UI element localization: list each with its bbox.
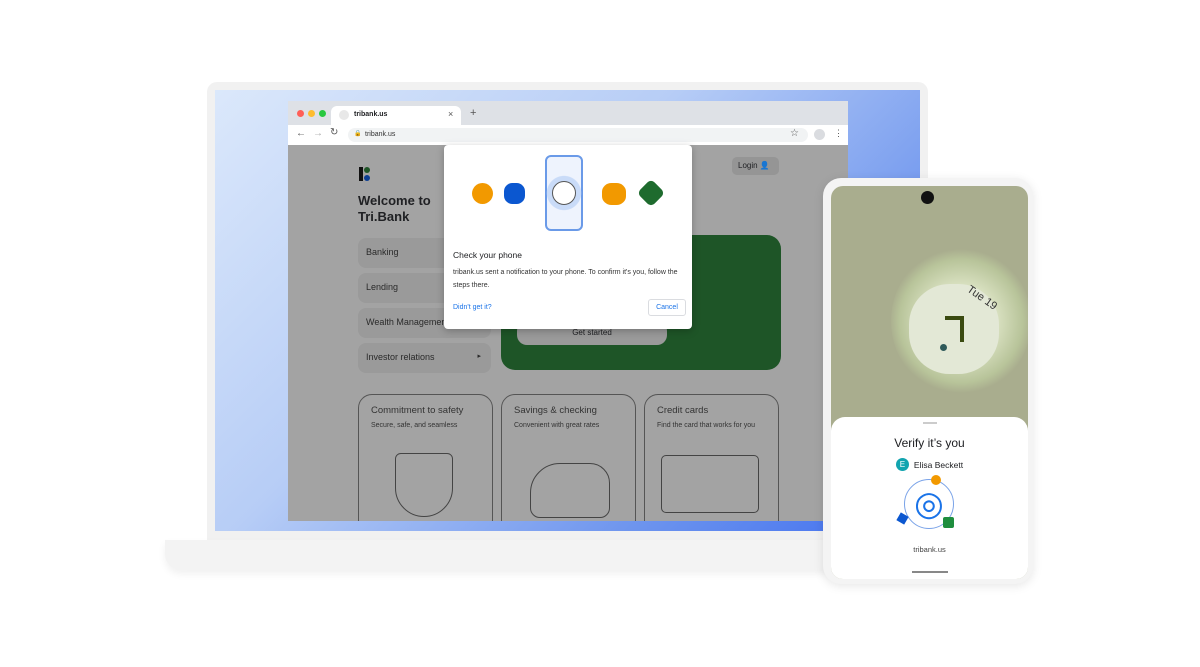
flower-shape-icon xyxy=(504,183,525,204)
back-icon[interactable]: ← xyxy=(296,128,306,139)
clock-widget: Tue 19 xyxy=(909,283,999,374)
clover-shape-icon xyxy=(602,183,626,205)
person-icon: 👤 xyxy=(759,161,770,170)
card-subtitle: Find the card that works for you xyxy=(657,422,756,429)
account-icon xyxy=(552,181,576,205)
dialog-title: Check your phone xyxy=(453,250,522,260)
tab-title: tribank.us xyxy=(354,111,388,118)
verify-sheet: Verify it’s you E Elisa Beckett ◎ triban… xyxy=(831,417,1028,579)
home-indicator[interactable] xyxy=(912,571,948,573)
tab-tribank[interactable]: tribank.us × xyxy=(331,106,461,125)
chevron-right-icon: ▸ xyxy=(477,353,481,360)
drag-handle[interactable] xyxy=(922,422,937,424)
dialog-body: tribank.us sent a notification to your p… xyxy=(453,269,678,289)
new-tab-button[interactable]: + xyxy=(470,107,476,119)
phone: Tue 19 Verify it’s you E Elisa Beckett ◎… xyxy=(823,178,1033,584)
phone-illustration xyxy=(537,155,591,231)
profile-avatar[interactable] xyxy=(814,129,825,140)
card-subtitle: Secure, safe, and seamless xyxy=(371,422,458,429)
credit-card-icon xyxy=(661,455,759,513)
card-subtitle: Convenient with great rates xyxy=(514,422,600,429)
menu-icon[interactable]: ⋮ xyxy=(834,128,843,139)
diamond-shape-icon xyxy=(636,178,666,208)
close-tab-icon[interactable]: × xyxy=(448,109,453,119)
nav-label: Investor relations xyxy=(366,352,435,362)
url-text: tribank.us xyxy=(365,131,396,138)
passkey-dialog: Check your phone tribank.us sent a notif… xyxy=(444,145,692,329)
lock-icon: 🔒 xyxy=(354,131,362,137)
clock-hand xyxy=(960,316,964,342)
tribank-logo xyxy=(359,167,363,181)
account-name: Elisa Beckett xyxy=(913,459,964,470)
minimize-window-button[interactable] xyxy=(308,110,315,117)
decor-shape xyxy=(943,517,954,528)
card-title: Credit cards xyxy=(657,405,709,416)
card-title: Savings & checking xyxy=(514,405,597,416)
card-safety[interactable]: Commitment to safety Secure, safe, and se… xyxy=(358,394,493,521)
forward-icon[interactable]: → xyxy=(313,128,323,139)
card-savings[interactable]: Savings & checking Convenient with great … xyxy=(501,394,636,521)
phone-screen: Tue 19 Verify it’s you E Elisa Beckett ◎… xyxy=(831,186,1028,579)
card-title: Commitment to safety xyxy=(371,405,464,416)
login-label: Login xyxy=(738,161,758,170)
sheet-title: Verify it’s you xyxy=(894,436,965,450)
page-title: Welcome to Tri.Bank xyxy=(358,193,431,224)
address-bar[interactable]: 🔒 tribank.us ☆ xyxy=(348,128,808,142)
logo-dot-blue xyxy=(364,175,370,181)
bookmark-star-icon[interactable]: ☆ xyxy=(790,128,799,139)
account-avatar: E xyxy=(895,458,909,471)
card-credit-cards[interactable]: Credit cards Find the card that works for… xyxy=(644,394,779,521)
nav-investor-relations[interactable]: Investor relations ▸ xyxy=(358,343,491,373)
didnt-get-it-link[interactable]: Didn't get it? xyxy=(453,304,492,311)
circle-shape-icon xyxy=(472,183,493,204)
cancel-button[interactable]: Cancel xyxy=(648,299,686,316)
piggy-bank-icon xyxy=(530,463,610,518)
reload-icon[interactable]: ↻ xyxy=(330,127,338,138)
favicon-icon xyxy=(339,110,349,120)
toolbar: ← → ↻ 🔒 tribank.us ☆ ⋮ xyxy=(288,125,848,145)
clock-dot xyxy=(940,344,947,351)
camera-cutout xyxy=(921,191,934,204)
login-button[interactable]: Login 👤 xyxy=(732,157,779,175)
tab-bar: tribank.us × + xyxy=(288,101,848,125)
account-chip: E Elisa Beckett xyxy=(831,458,1028,471)
logo-dot-green xyxy=(364,167,370,173)
close-window-button[interactable] xyxy=(297,110,304,117)
shield-icon xyxy=(395,453,453,517)
decor-shape xyxy=(931,475,941,485)
maximize-window-button[interactable] xyxy=(319,110,326,117)
site-text: tribank.us xyxy=(913,545,946,554)
